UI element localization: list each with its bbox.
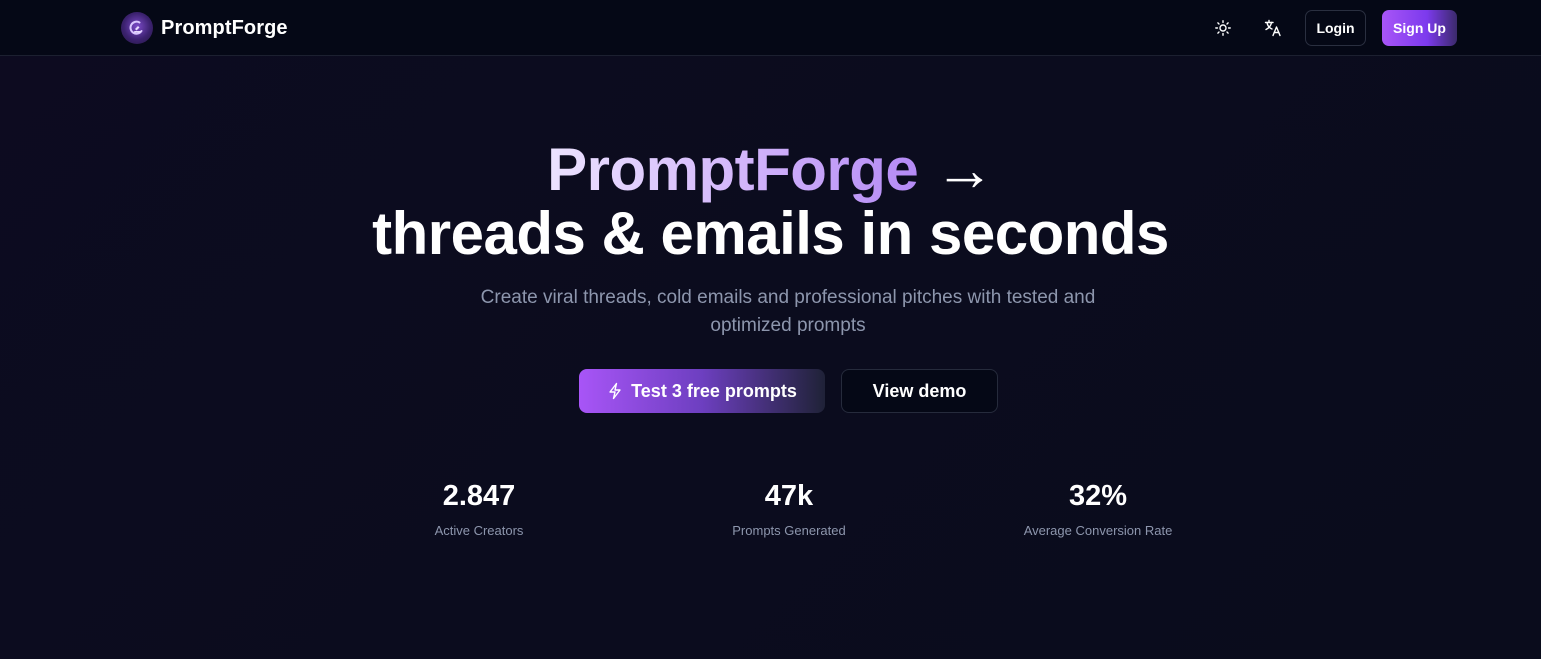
login-button[interactable]: Login <box>1305 10 1366 46</box>
lightning-icon <box>607 382 623 400</box>
landing-page: PromptForge Login Sign Up PromptForge → … <box>0 0 1541 659</box>
stat-label: Prompts Generated <box>732 523 846 538</box>
test-free-prompts-label: Test 3 free prompts <box>631 380 797 401</box>
hero-title-line2: threads & emails in seconds <box>372 200 1169 267</box>
stat-prompts-generated: 47k Prompts Generated <box>659 478 919 540</box>
hero-title-brand: PromptForge <box>547 136 919 203</box>
stat-active-creators: 2.847 Active Creators <box>349 478 609 540</box>
translate-icon[interactable] <box>1263 18 1283 38</box>
hero-subtitle: Create viral threads, cold emails and pr… <box>480 287 1096 336</box>
brand-name: PromptForge <box>161 16 288 39</box>
stat-value: 47k <box>764 480 814 512</box>
test-free-prompts-button[interactable]: Test 3 free prompts <box>579 369 825 413</box>
hero-title: PromptForge → threads & emails in second… <box>0 138 1541 266</box>
stat-conversion-rate: 32% Average Conversion Rate <box>968 478 1228 540</box>
stat-label: Active Creators <box>434 523 524 538</box>
navbar: PromptForge Login Sign Up <box>0 0 1541 56</box>
sun-icon[interactable] <box>1213 18 1233 38</box>
signup-button[interactable]: Sign Up <box>1382 10 1457 46</box>
brand-link[interactable]: PromptForge <box>121 12 288 44</box>
stat-value: 2.847 <box>442 480 516 512</box>
brand-logo-icon <box>121 12 153 44</box>
hero-title-arrow: → <box>934 136 994 203</box>
stat-label: Average Conversion Rate <box>1023 523 1173 538</box>
stat-value: 32% <box>1068 480 1128 512</box>
view-demo-button[interactable]: View demo <box>841 369 998 413</box>
